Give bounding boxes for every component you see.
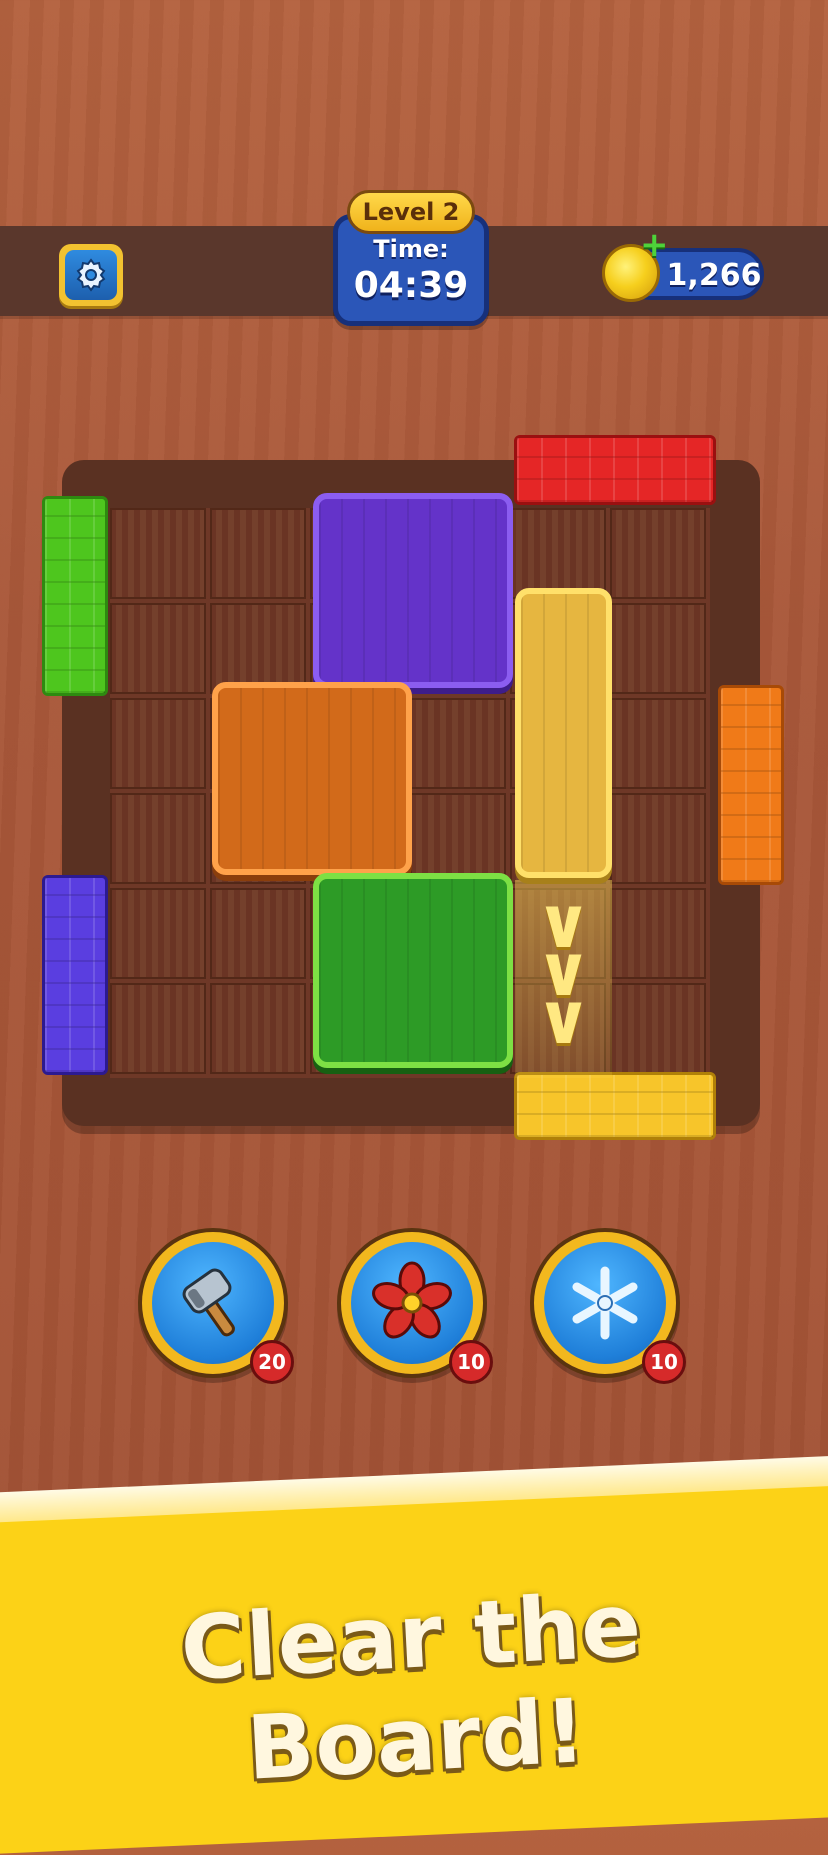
- board-cell: [110, 793, 206, 884]
- fan-booster-button[interactable]: 10: [337, 1228, 493, 1384]
- orange-block[interactable]: [212, 682, 412, 875]
- yellow-block[interactable]: [515, 588, 612, 878]
- level-badge: Level 2: [347, 190, 475, 234]
- coin-value: 1,266: [666, 258, 762, 293]
- green-block[interactable]: [313, 873, 513, 1068]
- freeze-booster-button[interactable]: 10: [530, 1228, 686, 1384]
- orange-exit-gate: [718, 685, 784, 885]
- gear-icon: [65, 250, 117, 300]
- board-cell: [410, 698, 506, 789]
- board-cell: [110, 888, 206, 979]
- time-value: 04:39: [353, 265, 469, 306]
- move-hint-arrows: ∨ ∨ ∨: [515, 880, 612, 1078]
- hammer-count-badge: 20: [250, 1340, 294, 1384]
- purple-block[interactable]: [313, 493, 513, 688]
- board-cell: [110, 603, 206, 694]
- time-label: Time:: [373, 235, 449, 263]
- level-label: Level 2: [362, 198, 460, 226]
- purple-exit-gate: [42, 875, 108, 1075]
- board-cell: [610, 698, 706, 789]
- board-cell: [610, 888, 706, 979]
- settings-button[interactable]: [59, 244, 123, 306]
- board-cell: [610, 508, 706, 599]
- green-exit-gate: [42, 496, 108, 696]
- board-cell: [510, 508, 606, 599]
- board-cell: [210, 603, 306, 694]
- board-cell: [210, 983, 306, 1074]
- board-cell: [610, 603, 706, 694]
- plus-icon[interactable]: +: [640, 228, 669, 262]
- board-cell: [610, 983, 706, 1074]
- yellow-exit-gate: [514, 1072, 716, 1140]
- hammer-booster-button[interactable]: 20: [138, 1228, 294, 1384]
- board-cell: [110, 508, 206, 599]
- chevron-down-icon: ∨: [535, 978, 592, 1060]
- board-cell: [210, 508, 306, 599]
- freeze-count-badge: 10: [642, 1340, 686, 1384]
- board-cell: [210, 888, 306, 979]
- board-cell: [410, 793, 506, 884]
- fan-count-badge: 10: [449, 1340, 493, 1384]
- board-cell: [610, 793, 706, 884]
- board-cell: [110, 983, 206, 1074]
- board-cell: [110, 698, 206, 789]
- red-exit-gate: [514, 435, 716, 505]
- banner-headline: Clear the Board!: [178, 1573, 645, 1800]
